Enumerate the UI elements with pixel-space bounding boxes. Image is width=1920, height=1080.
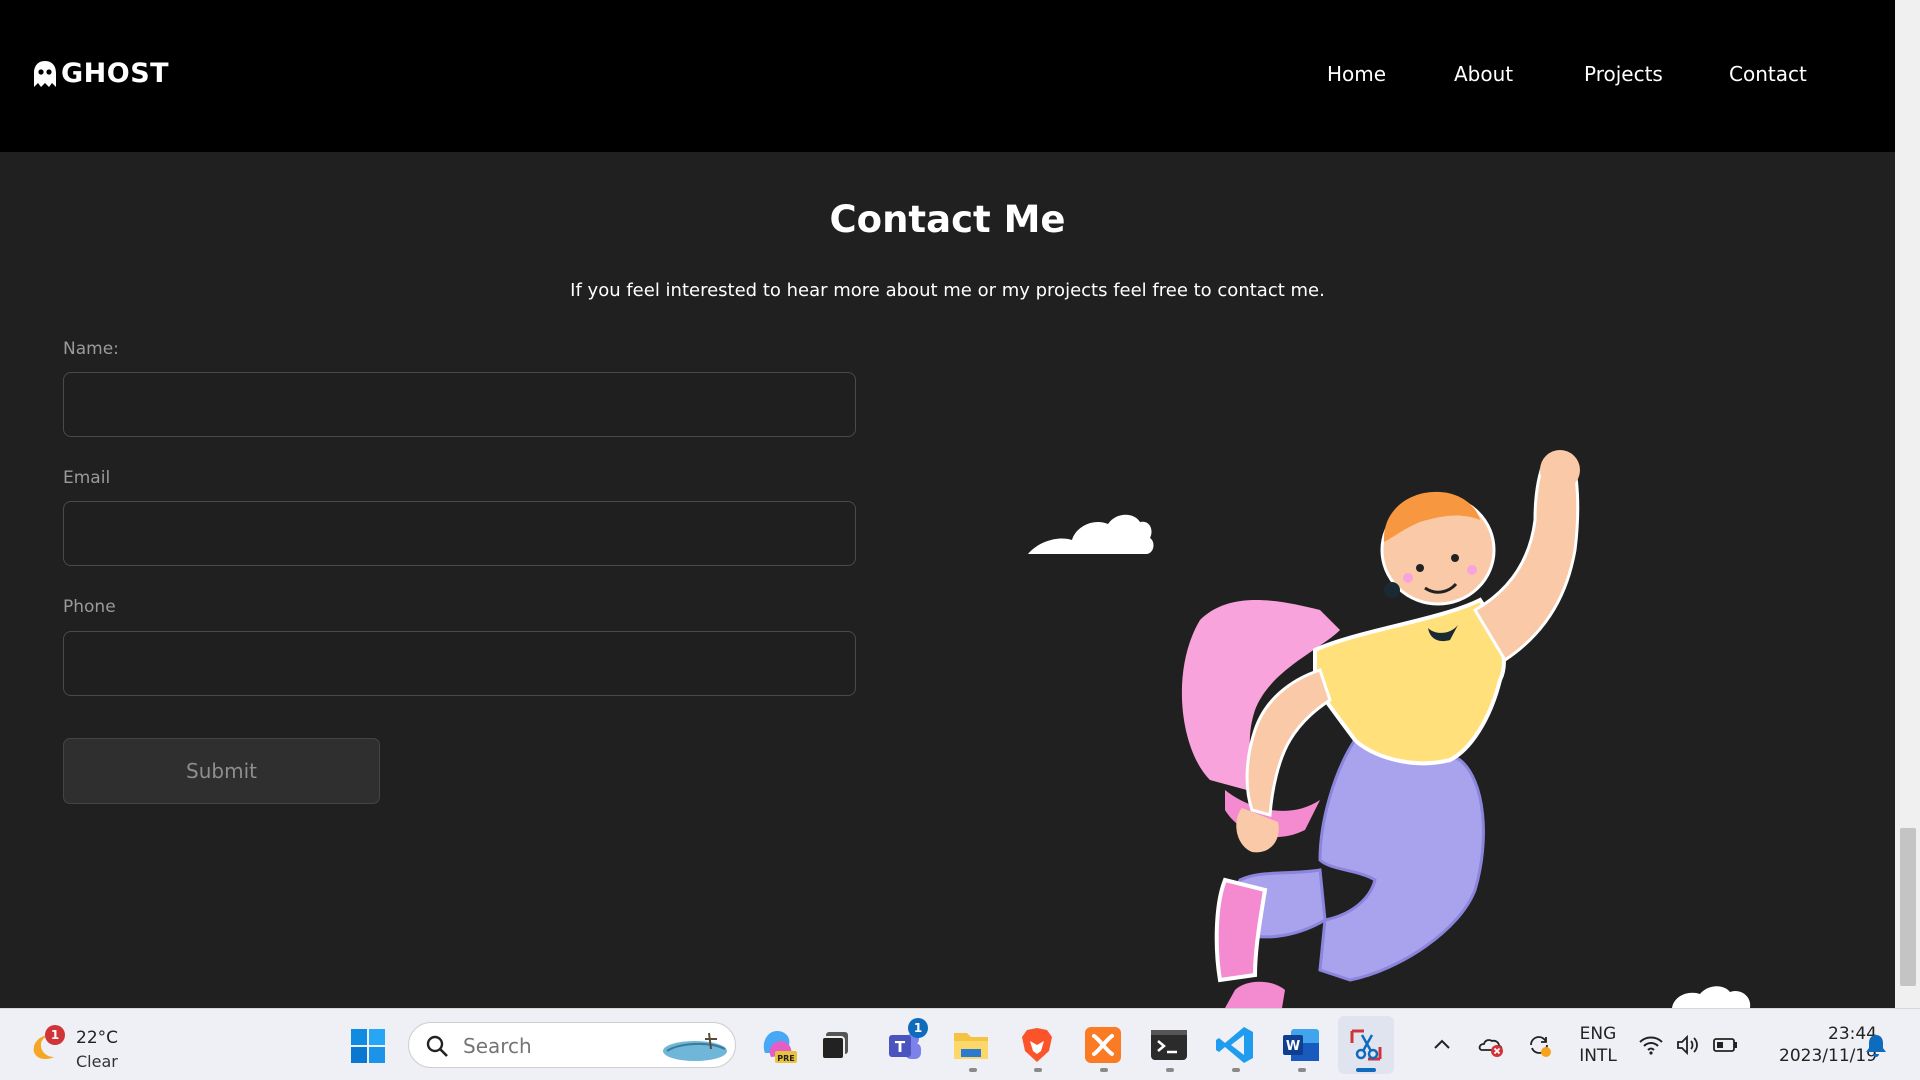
word-icon: W — [1283, 1029, 1319, 1061]
name-field[interactable] — [63, 372, 856, 437]
yellow-shirt — [1313, 597, 1506, 766]
terminal-icon — [1151, 1030, 1187, 1060]
nav-link-projects[interactable]: Projects — [1584, 62, 1663, 86]
cloud-bottom-right — [1672, 986, 1751, 1008]
svg-text:PRE: PRE — [777, 1054, 795, 1063]
nav-link-contact[interactable]: Contact — [1729, 62, 1807, 86]
weather-widget[interactable]: 1 22°C Clear — [28, 1023, 128, 1071]
search-input[interactable] — [463, 1034, 643, 1058]
copilot-pre-icon: PRE — [763, 1031, 797, 1063]
clock[interactable]: 23:44 2023/11/19 — [1752, 1023, 1877, 1067]
onedrive-error-icon[interactable] — [1477, 1031, 1505, 1059]
nav-link-about[interactable]: About — [1454, 62, 1513, 86]
jumping-person-illustration — [1028, 450, 1751, 1008]
nav-link-home[interactable]: Home — [1327, 62, 1386, 86]
battery-icon[interactable] — [1711, 1031, 1739, 1059]
weather-alert-badge: 1 — [45, 1025, 65, 1045]
submit-button[interactable]: Submit — [63, 738, 380, 804]
clock-time: 23:44 — [1828, 1024, 1877, 1044]
svg-text:W: W — [1286, 1039, 1300, 1054]
running-indicator — [1034, 1068, 1042, 1072]
search-highlight-icon — [663, 1032, 727, 1061]
scrollbar-thumb[interactable] — [1900, 828, 1916, 986]
task-view-icon — [821, 1032, 848, 1060]
language-indicator[interactable]: ENG INTL — [1578, 1023, 1618, 1067]
running-indicator — [1100, 1068, 1108, 1072]
running-indicator — [1298, 1068, 1306, 1072]
search-icon — [426, 1035, 448, 1057]
word-app[interactable]: W — [1279, 1023, 1323, 1067]
snipping-tool-app[interactable] — [1344, 1023, 1388, 1067]
wifi-icon[interactable] — [1637, 1031, 1665, 1059]
copilot-app[interactable]: PRE — [755, 1023, 799, 1067]
browser-page: GHOST Home About Projects Contact Contac… — [0, 0, 1895, 1008]
sync-icon[interactable] — [1525, 1031, 1553, 1059]
windows-start-icon[interactable] — [350, 1028, 386, 1064]
clock-date: 2023/11/19 — [1779, 1046, 1877, 1066]
running-indicator — [1232, 1068, 1240, 1072]
language-code: ENG — [1579, 1024, 1617, 1044]
email-label: Email — [63, 468, 111, 488]
snipping-tool-icon — [1350, 1029, 1382, 1061]
svg-text:T: T — [895, 1038, 906, 1056]
volume-icon[interactable] — [1674, 1031, 1702, 1059]
chevron-up-icon[interactable] — [1428, 1031, 1456, 1059]
file-explorer-icon — [954, 1033, 988, 1059]
taskbar: 1 22°C Clear PRE — [0, 1008, 1920, 1080]
phone-label: Phone — [63, 597, 116, 617]
taskbar-search[interactable] — [408, 1022, 736, 1068]
task-view-app[interactable] — [813, 1023, 857, 1067]
xampp-app[interactable] — [1081, 1023, 1125, 1067]
nav-links: Home About Projects Contact — [0, 62, 1895, 92]
navbar: GHOST Home About Projects Contact — [0, 0, 1895, 152]
contact-subtitle: If you feel interested to hear more abou… — [570, 280, 1325, 301]
weather-condition: Clear — [76, 1052, 118, 1071]
keyboard-layout: INTL — [1579, 1046, 1617, 1066]
cloud-left — [1028, 514, 1154, 554]
brave-browser-icon — [1022, 1028, 1052, 1062]
teams-app[interactable]: T 1 — [883, 1018, 928, 1067]
active-app-indicator — [1356, 1068, 1376, 1072]
terminal-app[interactable] — [1147, 1023, 1191, 1067]
weather-temperature: 22°C — [76, 1028, 119, 1048]
running-indicator — [969, 1068, 977, 1072]
teams-notification-badge: 1 — [908, 1018, 928, 1038]
vscode-app[interactable] — [1213, 1023, 1257, 1067]
running-indicator — [1166, 1068, 1174, 1072]
contact-title: Contact Me — [829, 198, 1066, 241]
notification-bell-icon[interactable] — [1862, 1031, 1890, 1059]
xampp-icon — [1085, 1027, 1121, 1063]
file-explorer-app[interactable] — [949, 1023, 993, 1067]
brave-app[interactable] — [1015, 1023, 1059, 1067]
name-label: Name: — [63, 339, 119, 359]
email-field[interactable] — [63, 501, 856, 566]
vscode-icon — [1216, 1027, 1253, 1063]
phone-field[interactable] — [63, 631, 856, 696]
